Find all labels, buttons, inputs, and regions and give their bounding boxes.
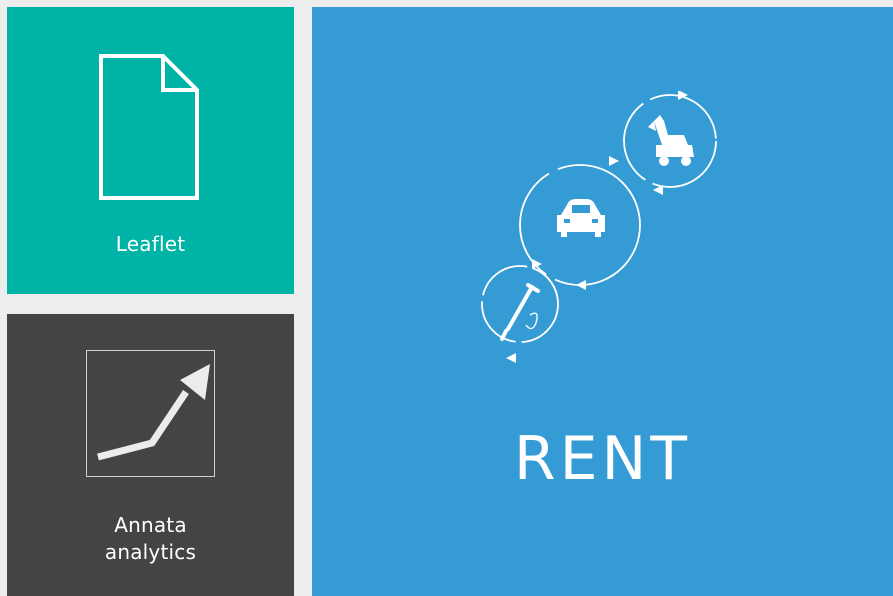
document-icon [97, 53, 201, 203]
car-icon [557, 199, 605, 237]
wheel-loader-icon [648, 115, 694, 166]
tile-rent-label: RENT [513, 424, 692, 494]
jackhammer-icon [500, 283, 540, 341]
rental-cycle-icon [478, 91, 738, 371]
tile-annata-analytics[interactable]: Annata analytics [7, 314, 294, 596]
tile-leaflet[interactable]: Leaflet [7, 7, 294, 294]
tile-rent[interactable]: RENT [312, 7, 893, 596]
trend-up-arrow-icon [86, 350, 216, 478]
tile-leaflet-label: Leaflet [115, 232, 186, 256]
tile-annata-analytics-label-line1: Annata [114, 513, 187, 537]
tile-annata-analytics-label-line2: analytics [104, 540, 197, 564]
